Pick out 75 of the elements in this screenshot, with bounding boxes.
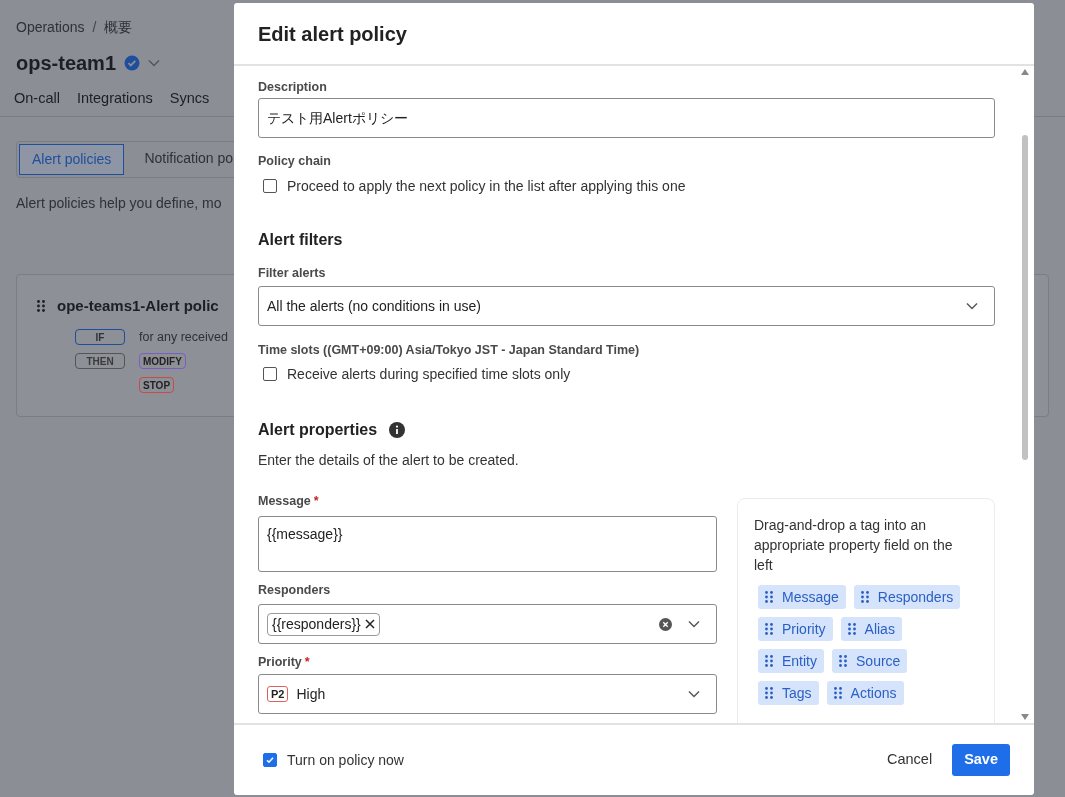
save-button[interactable]: Save <box>952 744 1010 776</box>
draggable-tag[interactable]: Responders <box>853 585 961 609</box>
nav-tab[interactable]: Syncs <box>169 88 210 110</box>
chevron-down-icon <box>688 620 700 628</box>
field-label: Policy chain <box>258 153 331 169</box>
checkbox[interactable] <box>263 179 277 193</box>
drag-handle-icon <box>839 655 847 667</box>
responder-chip: {{responders}} <box>267 612 380 636</box>
checkbox-label: Receive alerts during specified time slots only <box>287 364 571 384</box>
checkmark-icon <box>265 755 275 765</box>
required-mark: * <box>304 654 310 670</box>
field-label: Time slots ((GMT+09:00) Asia/Tokyo JST - Japan Standard Time) <box>258 342 640 358</box>
cancel-button[interactable]: Cancel <box>875 744 945 776</box>
draggable-tag[interactable]: Entity <box>758 649 824 673</box>
drag-handle-icon <box>833 687 842 699</box>
draggable-tag[interactable]: Actions <box>826 681 904 705</box>
drag-handle-icon <box>765 591 773 603</box>
field-value: All the alerts (no conditions in use) <box>267 296 481 316</box>
nav-tab[interactable]: On-call <box>14 88 60 110</box>
policy-title: ope-teams1-Alert polic <box>57 295 219 316</box>
checkbox[interactable] <box>263 753 277 767</box>
checkbox[interactable] <box>263 367 277 381</box>
field-value: High <box>296 684 326 704</box>
breadcrumb-link[interactable]: 概要 <box>104 17 133 38</box>
section-subtitle: Enter the details of the alert to be created. <box>258 450 519 470</box>
checkbox-label: Turn on policy now <box>287 750 404 770</box>
field-value: テスト用Alertポリシー <box>267 108 408 128</box>
info-icon[interactable] <box>389 422 406 438</box>
nav-tab[interactable]: Integrations <box>76 88 153 110</box>
input-field[interactable]: テスト用Alertポリシー <box>258 98 995 138</box>
drag-handle-icon <box>765 655 773 667</box>
breadcrumb-link[interactable]: Operations <box>16 17 85 38</box>
draggable-tag[interactable]: Tags <box>758 681 819 705</box>
page-description: Alert policies help you define, mo <box>16 193 222 213</box>
field-label: Message <box>258 493 311 509</box>
required-mark: * <box>313 493 319 509</box>
segment-tab[interactable]: Alert policies <box>19 143 125 175</box>
remove-icon[interactable] <box>364 619 375 629</box>
dialog-title: Edit alert policy <box>258 21 407 47</box>
field-label: Priority <box>258 654 302 670</box>
chevron-down-icon <box>148 59 161 67</box>
breadcrumb-separator: / <box>92 18 97 37</box>
field-value: {{message}} <box>267 525 343 544</box>
section-heading: Alert filters <box>258 230 343 250</box>
action-tag: MODIFY <box>139 353 186 370</box>
team-title: ops-team1 <box>16 51 117 76</box>
tag-panel-hint: Drag-and-drop a tag into an appropriate property field on the left <box>754 516 954 575</box>
rule-text: for any received <box>139 329 228 346</box>
scroll-up-icon[interactable] <box>1021 69 1029 75</box>
scroll-down-icon[interactable] <box>1021 714 1029 720</box>
field-label: Responders <box>258 582 331 598</box>
input-field[interactable]: {{message}} <box>258 516 717 572</box>
draggable-tag[interactable]: Alias <box>840 617 902 641</box>
input-field[interactable]: All the alerts (no conditions in use) <box>258 286 995 326</box>
field-label: Filter alerts <box>258 265 326 281</box>
input-field[interactable]: {{responders}} <box>258 604 717 644</box>
section-heading: Alert properties <box>258 420 378 440</box>
drag-handle-icon <box>765 623 773 635</box>
draggable-tag[interactable]: Source <box>832 649 908 673</box>
draggable-tag[interactable]: Priority <box>758 617 833 641</box>
priority-badge: P2 <box>267 686 289 702</box>
chevron-down-icon <box>688 690 700 698</box>
action-tag: STOP <box>139 377 175 394</box>
clear-icon[interactable] <box>659 617 672 631</box>
rule-keyword: THEN <box>75 353 125 370</box>
draggable-tag[interactable]: Message <box>758 585 846 609</box>
drag-handle-icon <box>847 623 856 635</box>
checkbox-label: Proceed to apply the next policy in the list after applying this one <box>287 176 686 196</box>
field-label: Description <box>258 79 327 95</box>
chevron-down-icon <box>966 302 978 310</box>
input-field[interactable]: P2 High <box>258 674 717 714</box>
drag-handle-icon <box>860 591 869 603</box>
rule-keyword: IF <box>75 329 125 346</box>
drag-handle-icon <box>37 300 45 312</box>
drag-handle-icon <box>765 687 773 699</box>
